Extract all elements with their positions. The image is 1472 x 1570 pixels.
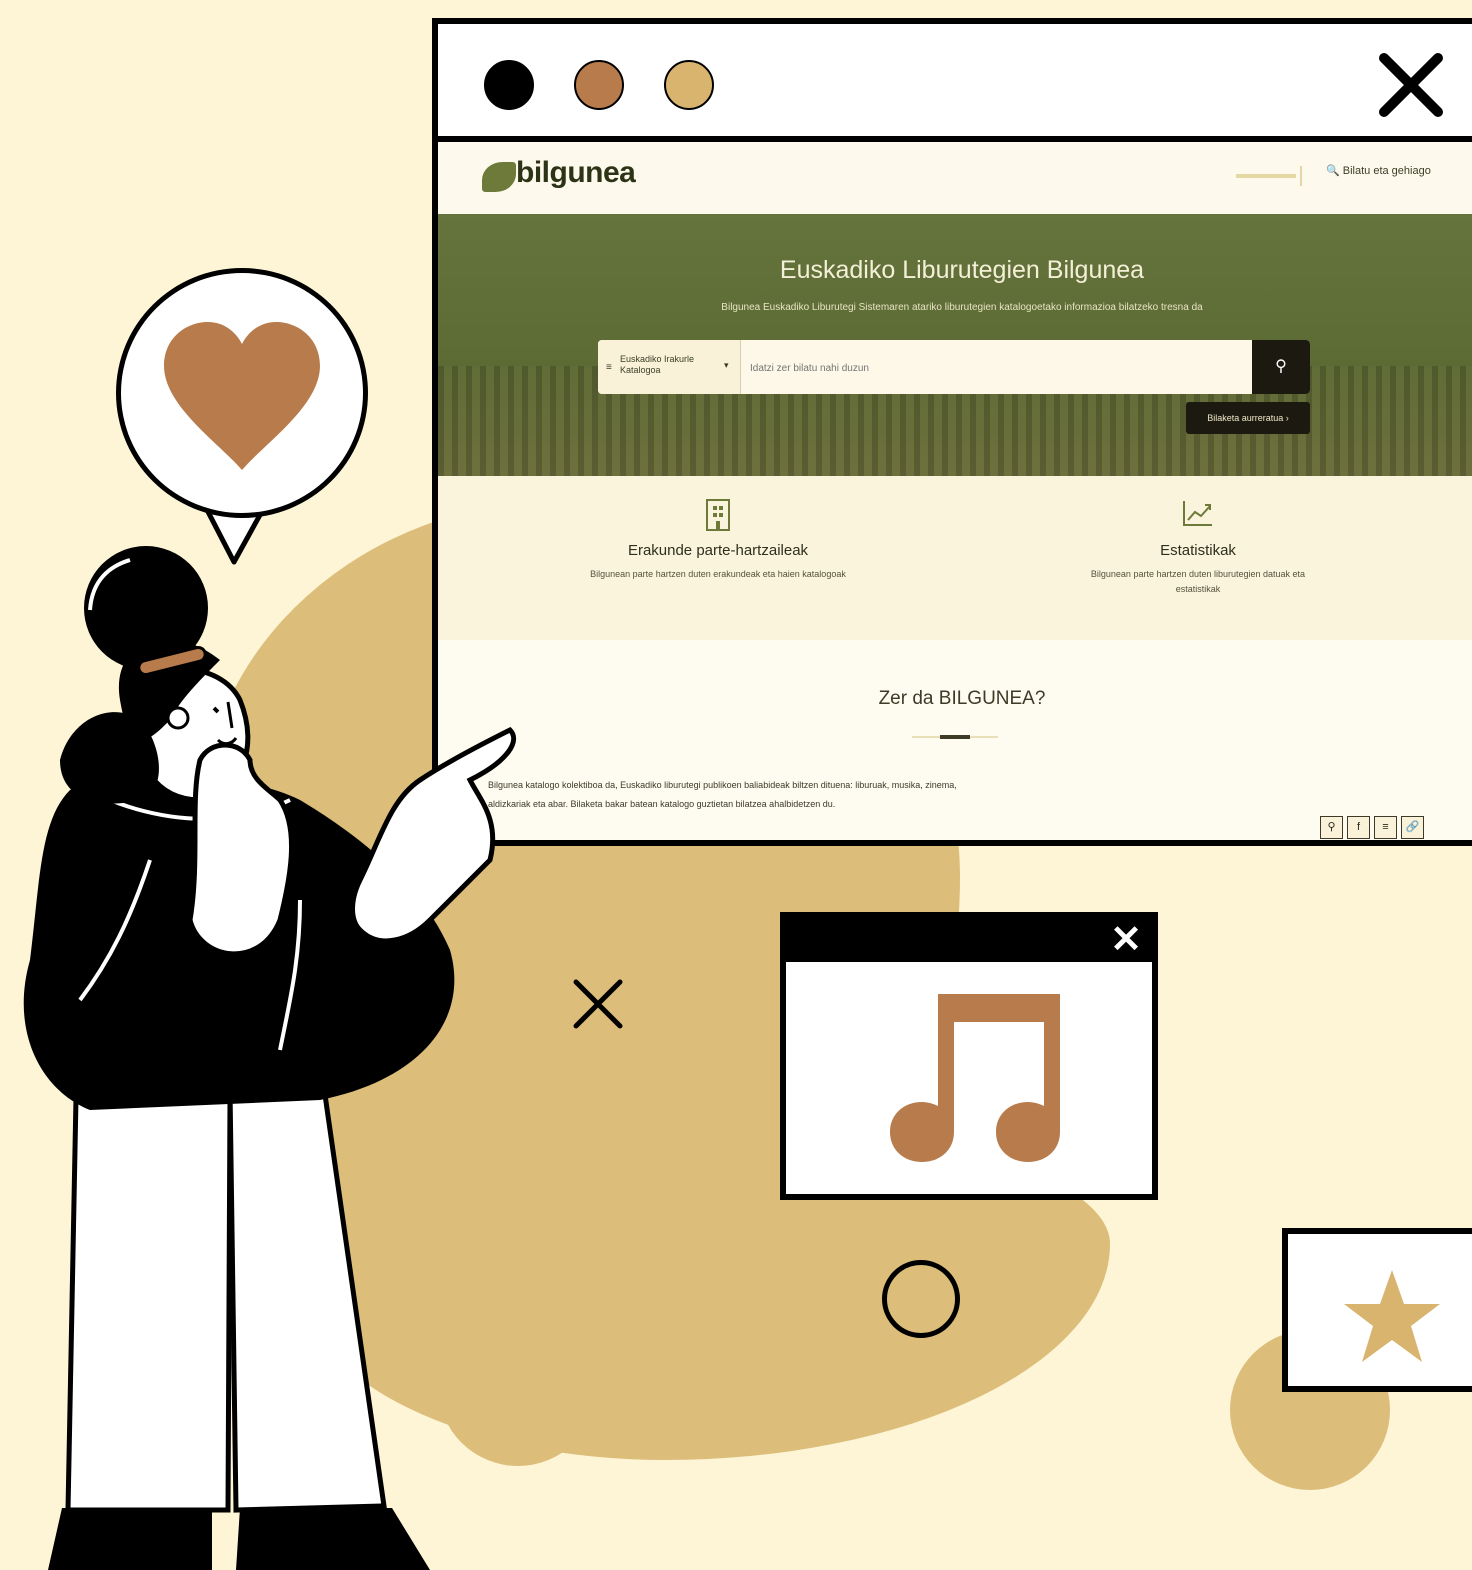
leaf-logo-icon [482,162,516,192]
building-icon [588,498,848,538]
chevron-down-icon: ▾ [724,360,729,370]
music-note-icon [890,994,1060,1162]
chart-icon [1068,498,1328,538]
search-bar: ≡ Euskadiko Irakurle Katalogoa ▾ ⚲ [598,340,1310,394]
site-logo[interactable]: bilgunea [516,156,636,190]
browser-window: bilgunea 🔍 Bilatu eta gehiago Euskadiko … [432,18,1472,846]
feature-desc: Bilgunean parte hartzen duten liburutegi… [1090,569,1306,594]
music-window-titlebar: ✕ [786,918,1152,962]
site-header: bilgunea 🔍 Bilatu eta gehiago [438,142,1472,214]
link-icon[interactable]: 🔗 [1401,816,1424,839]
about-divider [912,735,998,739]
menu-icon: ≡ [606,362,612,373]
menu-icon[interactable]: ≡ [1374,816,1397,839]
heart-icon [164,322,320,470]
header-search-link[interactable]: 🔍 Bilatu eta gehiago [1326,164,1431,177]
search-button[interactable]: ⚲ [1252,340,1310,394]
chevron-right-icon: › [1285,413,1289,423]
person-illustration [23,546,517,1570]
star-icon [1344,1270,1440,1362]
music-window: ✕ [780,912,1158,1200]
decor-x-icon [573,979,623,1029]
browser-viewport: bilgunea 🔍 Bilatu eta gehiago Euskadiko … [438,142,1472,840]
header-divider [1300,166,1302,186]
feature-card-statistics[interactable]: Estatistikak Bilgunean parte hartzen dut… [1068,498,1328,597]
close-icon[interactable] [1376,50,1446,120]
about-section: Zer da BILGUNEA? Bilgunea katalogo kolek… [438,640,1472,840]
browser-titlebar [438,24,1472,142]
star-window [1282,1228,1472,1392]
catalog-select-label: Euskadiko Irakurle Katalogoa [620,354,695,375]
share-toolbar: ⚲ f ≡ 🔗 [1320,816,1424,839]
feature-desc: Bilgunean parte hartzen duten erakundeak… [590,569,846,579]
header-search-label: Bilatu eta gehiago [1342,165,1431,177]
feature-card-institutions[interactable]: Erakunde parte-hartzaileak Bilgunean par… [588,498,848,582]
about-title: Zer da BILGUNEA? [878,688,1046,709]
features-section: Erakunde parte-hartzaileak Bilgunean par… [438,476,1472,640]
window-dot-brown[interactable] [574,60,624,110]
hero-subtitle: Bilgunea Euskadiko Liburutegi Sistemaren… [721,302,1203,313]
feature-title: Estatistikak [1160,542,1236,559]
advanced-search-button[interactable]: Bilaketa aurreratua › [1186,402,1310,434]
about-text: Bilgunea katalogo kolektiboa da, Euskadi… [488,780,957,809]
decor-ring [882,1260,960,1338]
facebook-icon[interactable]: f [1347,816,1370,839]
advanced-search-label: Bilaketa aurreratua [1207,413,1284,423]
catalog-select[interactable]: ≡ Euskadiko Irakurle Katalogoa ▾ [598,340,741,394]
hero-title: Euskadiko Liburutegien Bilgunea [779,256,1145,284]
window-dot-black[interactable] [484,60,534,110]
hero-banner: Euskadiko Liburutegien Bilgunea Bilgunea… [438,214,1472,476]
header-nav-placeholder[interactable] [1236,174,1296,178]
feature-title: Erakunde parte-hartzaileak [627,542,809,559]
search-icon[interactable]: ⚲ [1320,816,1343,839]
close-icon[interactable]: ✕ [1110,918,1142,962]
window-dot-sand[interactable] [664,60,714,110]
search-input[interactable] [748,340,1252,394]
search-icon: 🔍 [1326,165,1340,177]
search-icon: ⚲ [1275,358,1287,375]
